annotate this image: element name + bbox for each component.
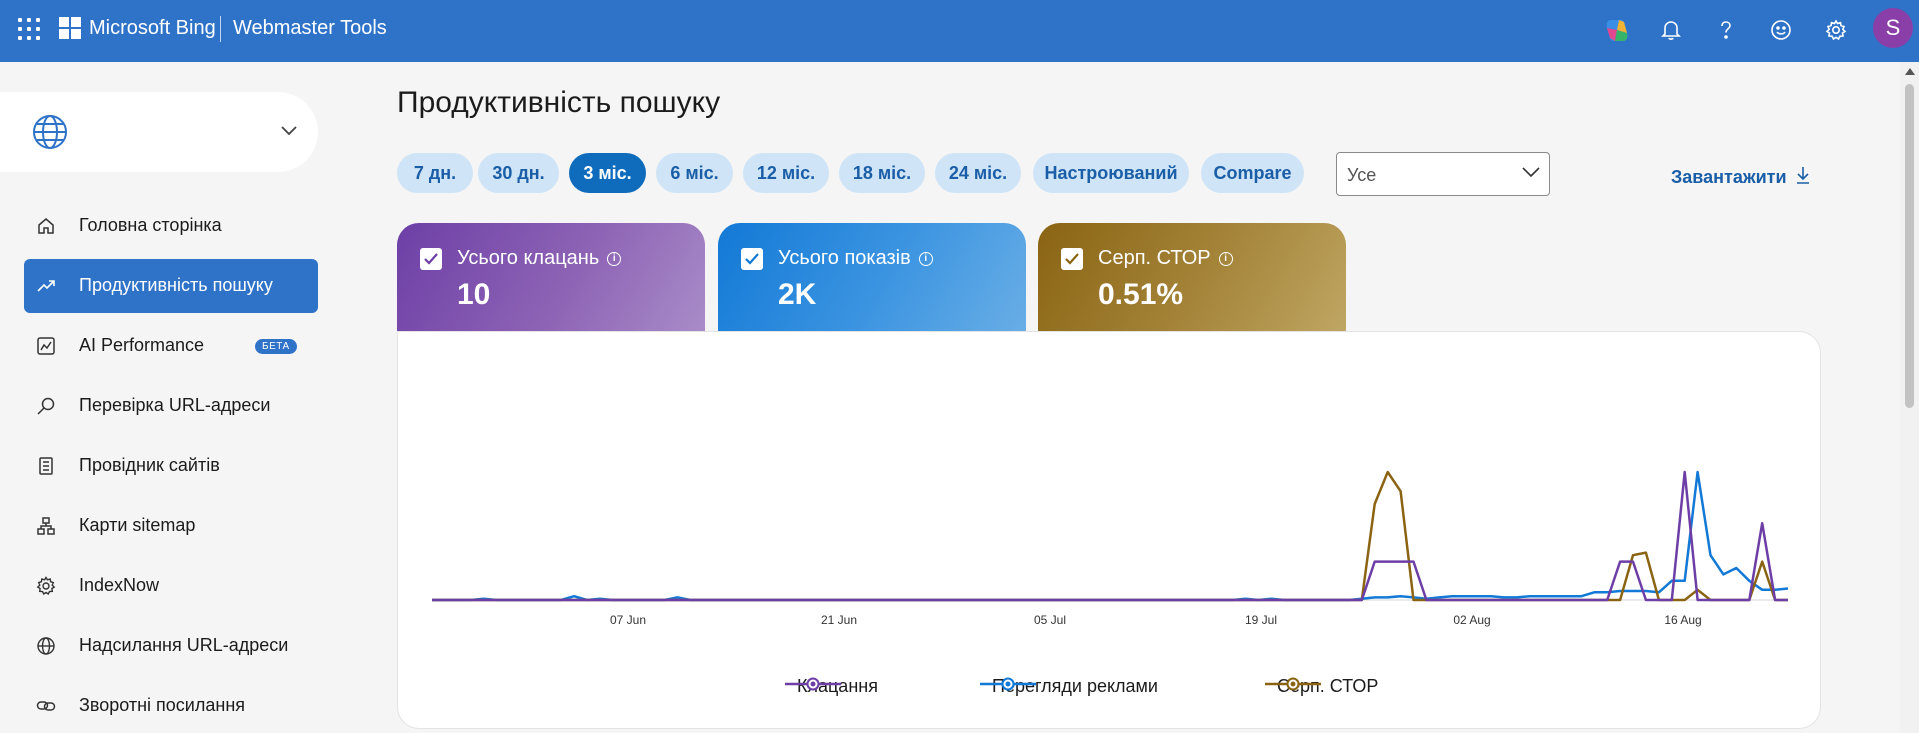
info-icon[interactable]: i	[607, 252, 622, 266]
sidebar-item-indexnow[interactable]: IndexNow	[24, 559, 318, 613]
globe-icon	[32, 114, 68, 155]
download-button[interactable]: Завантажити	[1671, 166, 1811, 189]
user-avatar[interactable]: S	[1873, 8, 1913, 48]
product-name[interactable]: Webmaster Tools	[233, 17, 387, 40]
app-launcher-waffle-icon[interactable]	[18, 18, 40, 40]
range-30-days-button[interactable]: 30 дн.	[478, 153, 559, 193]
range-6-months-button[interactable]: 6 міс.	[656, 153, 733, 193]
metric-card-clicks[interactable]: Усього клацань i 10	[397, 223, 705, 333]
metric-label-text: Серп. СТОР	[1098, 247, 1211, 269]
metric-label-impressions: Усього показів i	[778, 247, 933, 270]
sidebar-item-label: Провідник сайтів	[79, 455, 220, 475]
range-12-months-button[interactable]: 12 міс.	[743, 153, 829, 193]
trend-icon	[36, 276, 58, 298]
gear-icon	[36, 576, 58, 598]
feedback-smiley-icon[interactable]	[1766, 15, 1796, 45]
metric-label-text: Усього клацань	[457, 247, 600, 269]
series-line-2	[432, 470, 1788, 602]
range-3-months-button[interactable]: 3 міс.	[569, 153, 646, 193]
sidebar-item-search-performance[interactable]: Продуктивність пошуку	[24, 259, 318, 313]
sidebar-item-ai-performance[interactable]: AI Performance БЕТА	[24, 319, 318, 373]
legend-marker-ctr	[1265, 677, 1321, 691]
filter-select[interactable]: Усе	[1336, 152, 1550, 196]
metric-card-impressions[interactable]: Усього показів i 2K	[718, 223, 1026, 333]
site-selector-dropdown[interactable]	[0, 92, 318, 172]
metric-checkbox-clicks[interactable]	[420, 248, 442, 270]
sidebar-item-label: IndexNow	[79, 575, 160, 595]
chevron-down-icon	[1521, 165, 1541, 184]
legend-item-ctr[interactable]: Серп. СТОР	[1265, 676, 1378, 697]
download-label: Завантажити	[1671, 167, 1787, 187]
x-tick-label: 02 Aug	[1453, 613, 1490, 627]
metric-label-ctr: Серп. СТОР i	[1098, 247, 1233, 270]
vertical-scrollbar[interactable]	[1900, 62, 1919, 733]
ai-performance-icon	[36, 336, 58, 358]
page-title: Продуктивність пошуку	[397, 86, 721, 119]
chevron-down-icon	[280, 124, 298, 142]
search-icon	[36, 396, 58, 418]
range-custom-button[interactable]: Настроюваний	[1033, 153, 1189, 193]
x-tick-label: 19 Jul	[1245, 613, 1277, 627]
metric-checkbox-impressions[interactable]	[741, 248, 763, 270]
sidebar-item-label: Перевірка URL-адреси	[79, 395, 271, 415]
legend-item-clicks[interactable]: Клацання	[785, 676, 878, 697]
scrollbar-thumb[interactable]	[1905, 84, 1914, 408]
compare-button[interactable]: Compare	[1201, 153, 1304, 193]
site-explorer-icon	[36, 456, 58, 478]
series-line-1	[432, 470, 1789, 602]
x-tick-label: 05 Jul	[1034, 613, 1066, 627]
copilot-icon[interactable]	[1602, 15, 1632, 45]
beta-badge: БЕТА	[255, 339, 297, 354]
legend-marker-impressions	[980, 677, 1036, 691]
legend-item-impressions[interactable]: Перегляди реклами	[980, 676, 1158, 697]
brand-name[interactable]: Microsoft Bing	[89, 17, 216, 40]
sidebar-item-label: AI Performance	[79, 335, 205, 355]
link-icon	[36, 696, 58, 718]
metric-label-text: Усього показів	[778, 247, 911, 269]
info-icon[interactable]: i	[1218, 252, 1233, 266]
brand-divider	[220, 16, 221, 42]
scroll-up-arrow-icon[interactable]	[1905, 68, 1915, 75]
top-bar: Microsoft Bing Webmaster Tools S	[0, 0, 1919, 62]
range-7-days-button[interactable]: 7 дн.	[397, 153, 473, 193]
sidebar-item-label: Карти sitemap	[79, 515, 196, 535]
range-24-months-button[interactable]: 24 міс.	[935, 153, 1021, 193]
sidebar-item-label: Продуктивність пошуку	[79, 275, 273, 295]
x-tick-label: 21 Jun	[821, 613, 857, 627]
x-tick-label: 16 Aug	[1664, 613, 1701, 627]
sidebar-item-url-submission[interactable]: Надсилання URL-адреси	[24, 619, 318, 673]
sidebar-item-label: Головна сторінка	[79, 215, 222, 235]
sidebar-item-label: Надсилання URL-адреси	[79, 635, 289, 655]
metric-value-ctr: 0.51%	[1098, 278, 1184, 311]
microsoft-logo-icon	[59, 17, 81, 39]
sidebar-item-label: Зворотні посилання	[79, 695, 246, 715]
globe-icon	[36, 636, 58, 658]
sidebar-item-sitemaps[interactable]: Карти sitemap	[24, 499, 318, 553]
sidebar-item-home[interactable]: Головна сторінка	[24, 199, 318, 253]
performance-chart-card: 07 Jun 21 Jun 05 Jul 19 Jul 02 Aug 16 Aug Кла…	[397, 331, 1821, 729]
series-line-0	[432, 470, 1788, 602]
bell-icon[interactable]	[1656, 15, 1686, 45]
help-icon[interactable]	[1711, 15, 1741, 45]
metric-label-clicks: Усього клацань i	[457, 247, 622, 270]
download-arrow-icon	[1795, 166, 1811, 189]
info-icon[interactable]: i	[918, 252, 933, 266]
sidebar-item-backlinks[interactable]: Зворотні посилання	[24, 679, 318, 733]
home-icon	[36, 216, 58, 238]
sidebar-item-url-inspection[interactable]: Перевірка URL-адреси	[24, 379, 318, 433]
legend-marker-clicks	[785, 677, 841, 691]
metric-card-ctr[interactable]: Серп. СТОР i 0.51%	[1038, 223, 1346, 333]
x-tick-label: 07 Jun	[610, 613, 646, 627]
sidebar-item-site-explorer[interactable]: Провідник сайтів	[24, 439, 318, 493]
filter-select-value: Усе	[1347, 165, 1377, 185]
sitemap-icon	[36, 516, 58, 538]
range-18-months-button[interactable]: 18 міс.	[839, 153, 925, 193]
metric-value-clicks: 10	[457, 278, 491, 311]
settings-gear-icon[interactable]	[1821, 15, 1851, 45]
metric-value-impressions: 2K	[778, 278, 817, 311]
metric-checkbox-ctr[interactable]	[1061, 248, 1083, 270]
performance-line-chart: 07 Jun 21 Jun 05 Jul 19 Jul 02 Aug 16 Aug	[432, 470, 1789, 627]
